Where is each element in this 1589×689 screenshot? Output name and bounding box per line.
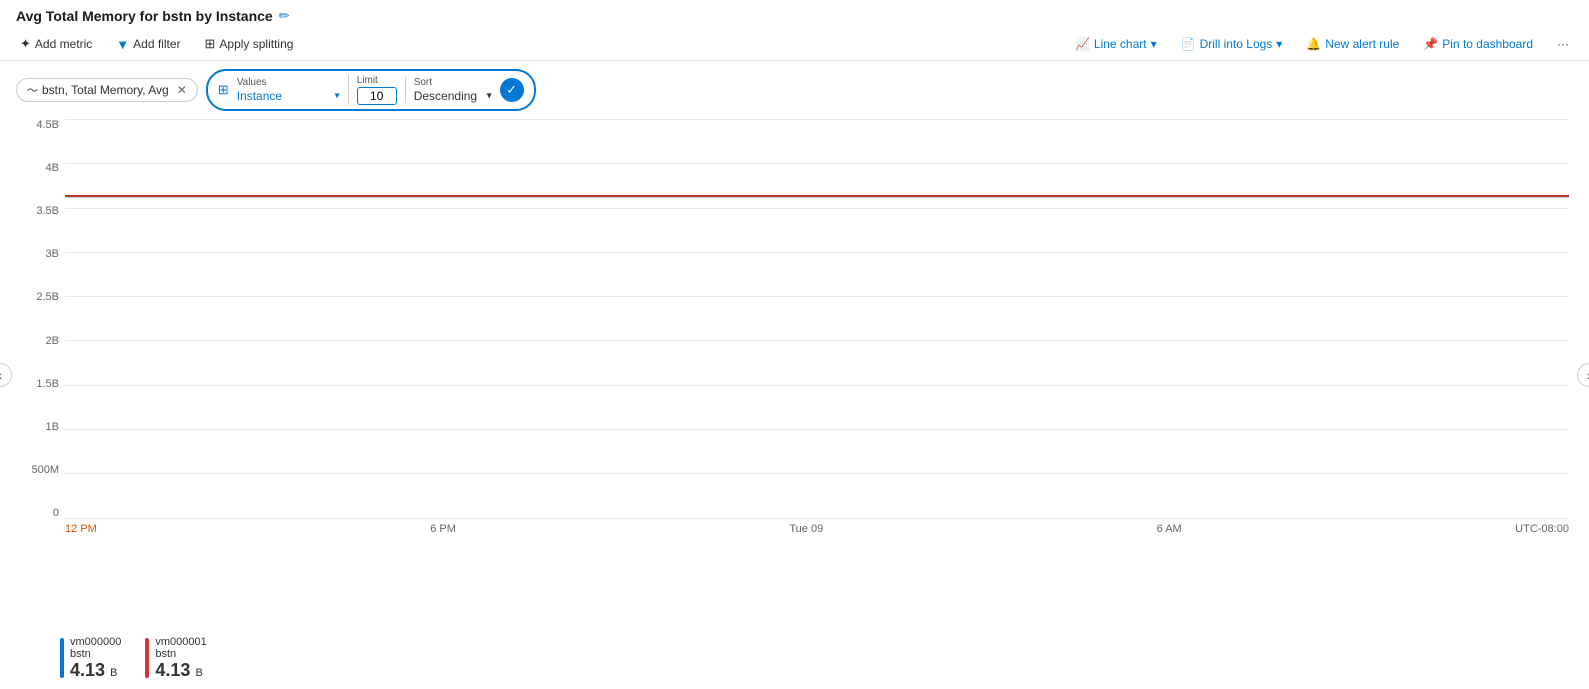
chart-inner bbox=[65, 119, 1569, 519]
y-label-4-5b: 4.5B bbox=[36, 119, 59, 131]
sort-select-wrapper: Descending Ascending bbox=[414, 89, 492, 103]
y-axis: 4.5B 4B 3.5B 3B 2.5B 2B 1.5B 1B 500M 0 bbox=[20, 119, 65, 519]
grid-line-3 bbox=[65, 252, 1569, 253]
add-filter-button[interactable]: ▼ Add filter bbox=[112, 35, 184, 54]
chip-text: bstn, Total Memory, Avg bbox=[42, 83, 169, 97]
x-label-6am: 6 AM bbox=[1157, 523, 1182, 535]
legend-info-0: vm000000 bstn 4.13 B bbox=[70, 636, 121, 681]
legend-value-0: 4.13 B bbox=[70, 660, 121, 681]
x-label-tue09: Tue 09 bbox=[789, 523, 823, 535]
y-label-1b: 1B bbox=[46, 421, 59, 433]
grid-line-1 bbox=[65, 163, 1569, 164]
toolbar: ✦ Add metric ▼ Add filter ⊞ Apply splitt… bbox=[0, 28, 1589, 61]
split-icon: ⊞ bbox=[218, 82, 229, 98]
y-label-3-5b: 3.5B bbox=[36, 205, 59, 217]
line-chart-label: Line chart bbox=[1094, 37, 1147, 51]
y-label-2b: 2B bbox=[46, 335, 59, 347]
y-label-500m: 500M bbox=[31, 464, 59, 476]
blue-data-line bbox=[65, 197, 1569, 199]
apply-splitting-icon: ⊞ bbox=[205, 36, 216, 52]
split-control: ⊞ Values Instance Resource Group Subscri… bbox=[206, 69, 536, 111]
limit-group: Limit bbox=[348, 75, 397, 105]
chip-wave-icon: 〜 bbox=[27, 82, 38, 98]
x-axis: 12 PM 6 PM Tue 09 6 AM UTC-08:00 bbox=[65, 519, 1569, 549]
line-chart-button[interactable]: 📈 Line chart ▾ bbox=[1071, 35, 1161, 53]
y-label-0: 0 bbox=[53, 507, 59, 519]
legend-name-1: vm000001 bbox=[155, 636, 206, 648]
new-alert-label: New alert rule bbox=[1325, 37, 1399, 51]
nav-next-button[interactable]: › bbox=[1577, 363, 1589, 387]
y-label-1-5b: 1.5B bbox=[36, 378, 59, 390]
sort-group: Sort Descending Ascending bbox=[405, 77, 492, 103]
legend-item-1: vm000001 bstn 4.13 B bbox=[145, 636, 206, 681]
nav-prev-button[interactable]: ‹ bbox=[0, 363, 12, 387]
grid-line-4 bbox=[65, 296, 1569, 297]
x-label-utc: UTC-08:00 bbox=[1515, 523, 1569, 535]
legend-value-1: 4.13 B bbox=[155, 660, 206, 681]
add-filter-icon: ▼ bbox=[116, 37, 129, 52]
y-label-3b: 3B bbox=[46, 248, 59, 260]
drill-logs-label: Drill into Logs bbox=[1200, 37, 1273, 51]
apply-splitting-label: Apply splitting bbox=[219, 37, 293, 51]
grid-line-2 bbox=[65, 208, 1569, 209]
legend-name-0: vm000000 bbox=[70, 636, 121, 648]
legend-sub-1: bstn bbox=[155, 648, 206, 660]
y-label-4b: 4B bbox=[46, 162, 59, 174]
chart-area: ‹ › 4.5B 4B 3.5B 3B 2.5B 2B 1.5B 1B 500M… bbox=[0, 119, 1589, 630]
drill-logs-icon: 📄 bbox=[1181, 37, 1196, 51]
new-alert-button[interactable]: 🔔 New alert rule bbox=[1302, 35, 1403, 53]
new-alert-icon: 🔔 bbox=[1306, 37, 1321, 51]
add-metric-label: Add metric bbox=[35, 37, 92, 51]
line-chart-chevron: ▾ bbox=[1151, 37, 1157, 51]
grid-line-7 bbox=[65, 429, 1569, 430]
y-label-2-5b: 2.5B bbox=[36, 291, 59, 303]
drill-logs-chevron: ▾ bbox=[1276, 37, 1282, 51]
values-select-wrapper: Instance Resource Group Subscription bbox=[237, 89, 340, 103]
values-label: Values bbox=[237, 77, 340, 88]
more-options-label: ··· bbox=[1557, 37, 1569, 51]
grid-line-8 bbox=[65, 473, 1569, 474]
drill-logs-button[interactable]: 📄 Drill into Logs ▾ bbox=[1177, 35, 1287, 53]
page-title: Avg Total Memory for bstn by Instance bbox=[16, 8, 273, 24]
add-filter-label: Add filter bbox=[133, 37, 180, 51]
values-select[interactable]: Instance Resource Group Subscription bbox=[237, 89, 340, 103]
add-metric-icon: ✦ bbox=[20, 36, 31, 52]
toolbar-left: ✦ Add metric ▼ Add filter ⊞ Apply splitt… bbox=[16, 34, 297, 54]
limit-input[interactable] bbox=[357, 87, 397, 105]
legend: vm000000 bstn 4.13 B vm000001 bstn 4.13 … bbox=[0, 630, 1589, 689]
sort-select[interactable]: Descending Ascending bbox=[414, 89, 492, 103]
grid-line-0 bbox=[65, 119, 1569, 120]
more-options-button[interactable]: ··· bbox=[1553, 35, 1573, 53]
edit-title-icon[interactable]: ✏ bbox=[279, 8, 290, 24]
x-label-12pm: 12 PM bbox=[65, 523, 97, 535]
legend-item-0: vm000000 bstn 4.13 B bbox=[60, 636, 121, 681]
confirm-icon: ✓ bbox=[506, 82, 517, 98]
add-metric-button[interactable]: ✦ Add metric bbox=[16, 34, 96, 54]
chart-container: 4.5B 4B 3.5B 3B 2.5B 2B 1.5B 1B 500M 0 bbox=[20, 119, 1569, 549]
grid-line-5 bbox=[65, 340, 1569, 341]
grid-line-6 bbox=[65, 385, 1569, 386]
chip-close-button[interactable]: ✕ bbox=[177, 83, 187, 97]
legend-sub-0: bstn bbox=[70, 648, 121, 660]
line-chart-icon: 📈 bbox=[1075, 37, 1090, 51]
filter-row: 〜 bstn, Total Memory, Avg ✕ ⊞ Values Ins… bbox=[0, 61, 1589, 119]
metric-filter-chip: 〜 bstn, Total Memory, Avg ✕ bbox=[16, 78, 198, 102]
confirm-split-button[interactable]: ✓ bbox=[500, 78, 524, 102]
legend-bar-0 bbox=[60, 638, 64, 678]
pin-label: Pin to dashboard bbox=[1442, 37, 1533, 51]
values-group: Values Instance Resource Group Subscript… bbox=[237, 77, 340, 103]
legend-info-1: vm000001 bstn 4.13 B bbox=[155, 636, 206, 681]
pin-icon: 📌 bbox=[1423, 37, 1438, 51]
x-label-6pm: 6 PM bbox=[430, 523, 456, 535]
apply-splitting-button[interactable]: ⊞ Apply splitting bbox=[201, 34, 298, 54]
limit-label: Limit bbox=[357, 75, 397, 86]
pin-dashboard-button[interactable]: 📌 Pin to dashboard bbox=[1419, 35, 1537, 53]
toolbar-right: 📈 Line chart ▾ 📄 Drill into Logs ▾ 🔔 New… bbox=[1071, 35, 1573, 53]
legend-bar-1 bbox=[145, 638, 149, 678]
sort-label: Sort bbox=[414, 77, 492, 88]
